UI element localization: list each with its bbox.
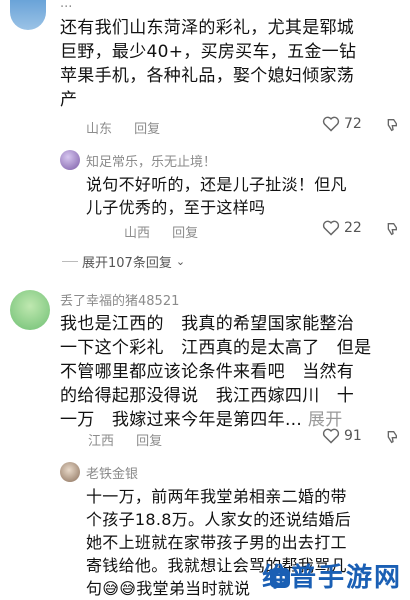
divider-line [62, 261, 78, 262]
comment-username[interactable]: 丢了幸福的猪48521 [60, 290, 179, 309]
heart-icon [322, 116, 340, 132]
like-button[interactable]: 22 [322, 220, 362, 236]
like-button[interactable]: 72 [322, 116, 362, 132]
location-label: 山西 [124, 226, 151, 241]
reply-button[interactable]: 回复 [134, 122, 160, 137]
avatar[interactable] [10, 0, 46, 30]
avatar[interactable] [60, 150, 80, 170]
dislike-icon[interactable] [385, 429, 401, 449]
dislike-icon[interactable] [385, 221, 401, 241]
location-label: 山东 [86, 122, 113, 137]
comment-username[interactable]: ... [60, 0, 72, 11]
location-label: 江西 [88, 434, 115, 449]
dislike-icon[interactable] [385, 117, 401, 137]
like-count: 72 [344, 116, 362, 132]
avatar[interactable] [60, 462, 80, 482]
like-button[interactable]: 91 [322, 428, 362, 444]
comment-meta: 江西 回复 [88, 430, 180, 449]
comment-username[interactable]: 老铁金银 [86, 463, 138, 482]
expand-text-button[interactable]: 展开 [308, 410, 343, 430]
chevron-down-icon: ⌄ [175, 255, 186, 268]
avatar[interactable] [10, 290, 50, 330]
comment-text: 我也是江西的 我真的希望国家能整治 一下这个彩礼 江西真的是太高了 但是 不管哪… [60, 312, 405, 432]
comment-text: 说句不好听的，还是儿子扯淡！但凡 儿子优秀的，至于这样吗 [86, 175, 347, 217]
heart-icon [322, 220, 340, 236]
like-count: 22 [344, 220, 362, 236]
heart-icon [322, 428, 340, 444]
reply-button[interactable]: 回复 [136, 434, 162, 449]
expand-replies-label: 展开107条回复 [82, 256, 172, 271]
reply-button[interactable]: 回复 [172, 226, 198, 241]
comment-meta: 山东 回复 [86, 118, 178, 137]
comment-meta: 山西 回复 [124, 222, 216, 241]
comment-username[interactable]: 知足常乐，乐无止境！ [86, 151, 216, 170]
like-count: 91 [344, 428, 362, 444]
watermark: 维普手游网 [261, 563, 402, 593]
comment-text: 还有我们山东菏泽的彩礼，尤其是郓城 巨野，最少40+，买房买车，五金一钻 苹果手… [60, 18, 357, 110]
expand-replies-button[interactable]: 展开107条回复 ⌄ [62, 252, 185, 271]
